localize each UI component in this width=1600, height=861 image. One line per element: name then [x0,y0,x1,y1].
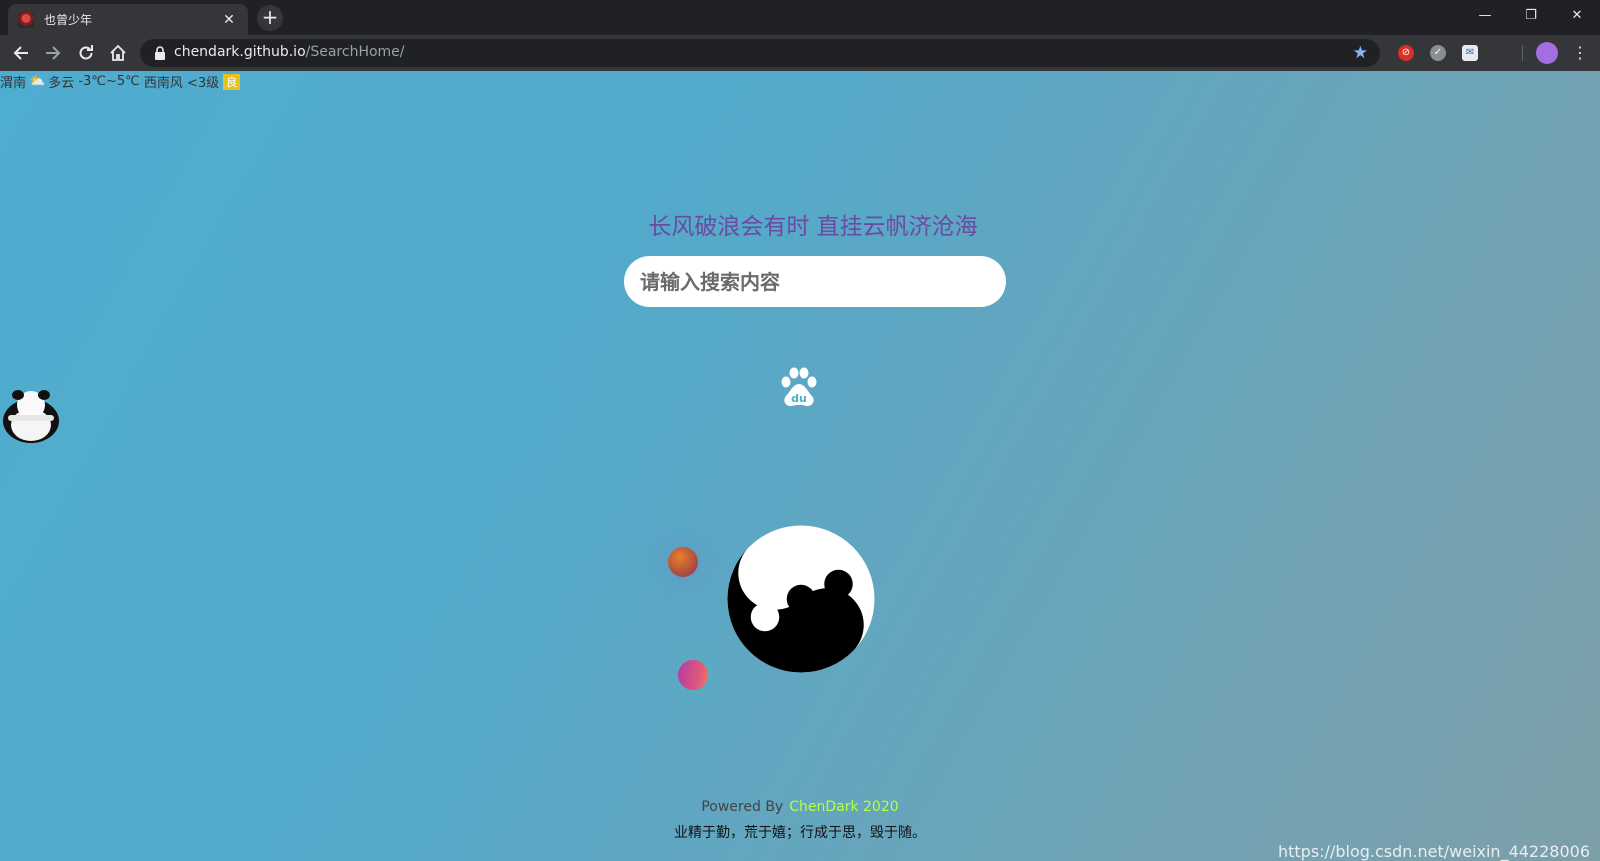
new-tab-button[interactable]: + [257,5,283,31]
reload-icon [79,45,93,60]
weather-condition: 多云 [48,76,75,91]
toolbar-divider [1522,45,1523,61]
panda-mascot-icon[interactable] [0,387,62,447]
weather-temperature: -3℃~5℃ [78,74,140,89]
minimize-button[interactable]: — [1462,0,1508,30]
weather-wind: 西南风 <3级 [143,76,220,91]
reload-button[interactable] [73,40,99,66]
cloudy-icon: ⛅ [29,74,46,89]
page-content: 渭南 ⛅ 多云 -3℃~5℃ 西南风 <3级 良 长风破浪会有时 直挂云帆济沧海… [0,71,1600,861]
url-path: /SearchHome/ [305,44,405,60]
home-icon [110,44,126,61]
forward-arrow-icon [46,46,61,60]
lock-icon [155,46,165,60]
profile-icon[interactable] [1536,42,1558,64]
motto-text: 业精于勤，荒于嬉；行成于思，毁于随。 [674,825,926,841]
weather-city: 渭南 [0,76,27,91]
powered-by-line: Powered By ChenDark 2020 [0,799,1600,815]
weather-widget[interactable]: 渭南 ⛅ 多云 -3℃~5℃ 西南风 <3级 良 [0,72,241,91]
restore-button[interactable]: ❐ [1508,0,1554,30]
baidu-paw-icon[interactable]: du [777,365,821,409]
window-close-button[interactable]: ✕ [1554,0,1600,30]
brand-link[interactable]: ChenDark 2020 [789,799,898,815]
tab-close-icon[interactable]: ✕ [220,11,238,29]
svg-text:du: du [791,392,807,405]
url-host: chendark.github.io [174,44,306,60]
browser-tab[interactable]: 也曾少年 ✕ [8,4,248,35]
back-button[interactable] [8,40,34,66]
search-input[interactable] [624,256,1006,307]
slogan-heading: 长风破浪会有时 直挂云帆济沧海 [648,214,978,240]
tab-strip: 也曾少年 ✕ + — ❐ ✕ [0,0,1600,35]
powered-label: Powered By [701,799,784,815]
yin-yang-icon [727,525,875,673]
url-text: chendark.github.io/SearchHome/ [174,44,405,60]
bookmark-star-icon[interactable]: ★ [1353,43,1368,63]
extension-icon[interactable]: ✓ [1430,45,1446,61]
extension-icon[interactable]: ✉ [1462,45,1478,61]
tab-title: 也曾少年 [44,13,93,27]
orange-orb [668,547,698,577]
forward-button[interactable] [40,40,66,66]
aqi-badge: 良 [223,73,241,90]
back-arrow-icon [13,46,28,60]
tab-favicon-icon [18,11,34,28]
home-button[interactable] [105,40,131,66]
csdn-watermark: https://blog.csdn.net/weixin_44228006 [1277,842,1590,861]
menu-icon[interactable]: ⋮ [1570,40,1590,66]
address-bar[interactable]: chendark.github.io/SearchHome/ ★ [140,39,1380,67]
browser-toolbar: chendark.github.io/SearchHome/ ★ ⊘ ✓ ✉ ⋮ [0,35,1600,71]
pink-orb [678,660,708,690]
extension-icon[interactable]: ⊘ [1398,45,1414,61]
